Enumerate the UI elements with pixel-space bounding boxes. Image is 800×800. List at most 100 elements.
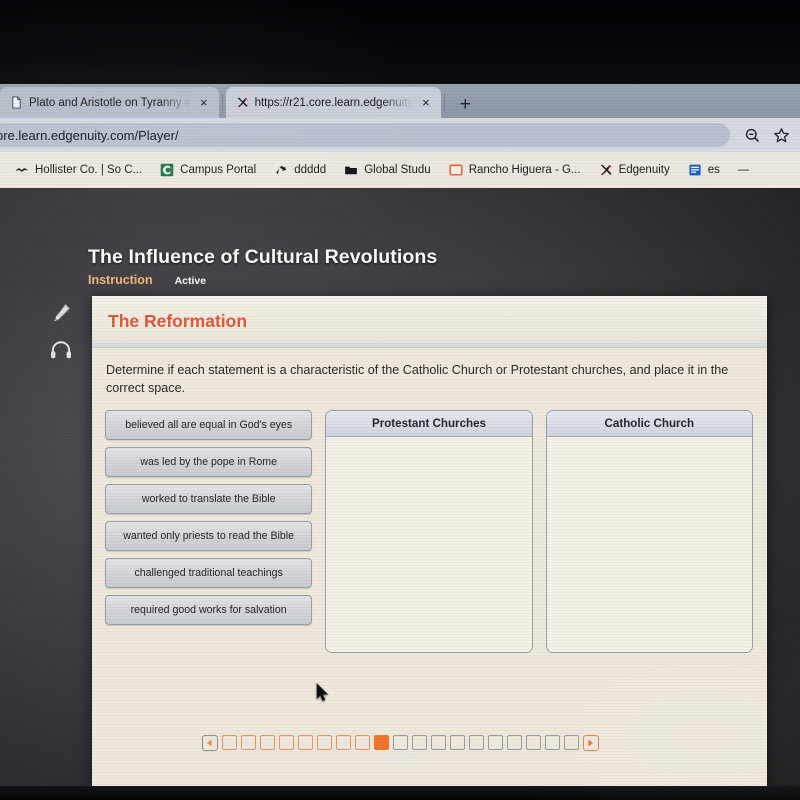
pagination-dot[interactable]	[392, 735, 408, 750]
draggable-statement[interactable]: required good works for salvation	[105, 594, 313, 625]
document-icon	[12, 96, 21, 109]
browser-tabstrip: Plato and Aristotle on Tyranny a × https…	[0, 84, 800, 118]
triangle-right-icon	[588, 738, 593, 747]
pagination-dot[interactable]	[544, 735, 560, 750]
new-tab-button[interactable]: +	[448, 95, 483, 118]
photographed-screen: Plato and Aristotle on Tyranny a × https…	[0, 0, 800, 800]
bookmark-rancho-higuera-label: Rancho Higuera - G...	[468, 164, 581, 176]
activity-card-header: The Reformation	[92, 296, 767, 348]
statement-bank: believed all are equal in God's eyes was…	[105, 409, 313, 653]
dark-shape-icon	[276, 165, 287, 174]
browser-tab-1[interactable]: Plato and Aristotle on Tyranny a ×	[0, 87, 219, 118]
bookmarks-bar: Hollister Co. | So C... Campus Portal dd…	[0, 152, 800, 188]
lesson-subheader: Instruction Active	[88, 273, 206, 287]
draggable-statement[interactable]: wanted only priests to read the Bible	[105, 520, 313, 551]
activity-prompt: Determine if each statement is a charact…	[106, 363, 729, 395]
draggable-statement[interactable]: challenged traditional teachings	[105, 557, 313, 588]
drop-zone-protestant-churches-title: Protestant Churches	[326, 410, 532, 437]
page-title: The Influence of Cultural Revolutions	[88, 246, 438, 268]
pagination-dot[interactable]	[487, 735, 503, 750]
draggable-statement[interactable]: believed all are equal in God's eyes	[105, 409, 313, 440]
bookmark-overflow[interactable]: —	[729, 164, 759, 176]
seagull-icon	[15, 168, 29, 172]
browser-tab-1-close-icon[interactable]: ×	[197, 96, 211, 109]
tab-divider-2	[443, 94, 445, 111]
lesson-pagination: 9 of 19	[0, 718, 800, 782]
pencil-icon	[53, 303, 70, 322]
edgenuity-x-icon	[237, 97, 248, 108]
folder-icon	[345, 166, 358, 175]
pagination-dot[interactable]	[259, 735, 275, 750]
browser-tab-2-close-icon[interactable]: ×	[419, 96, 433, 109]
pencil-tool-button[interactable]	[46, 293, 76, 331]
cursor-arrow-icon	[316, 683, 329, 702]
browser-tab-2[interactable]: https://r21.core.learn.edgenuity ×	[225, 87, 441, 118]
browser-tab-2-title: https://r21.core.learn.edgenuity	[254, 96, 414, 109]
pagination-dot[interactable]	[525, 735, 541, 750]
drop-zone-catholic-church[interactable]: Catholic Church	[545, 409, 753, 653]
pagination-dot[interactable]	[411, 735, 427, 750]
bookmark-campus-portal[interactable]: Campus Portal	[151, 163, 265, 177]
address-bar[interactable]: ore.learn.edgenuity.com/Player/	[0, 123, 730, 147]
edgenuity-player: The Influence of Cultural Revolutions In…	[0, 188, 800, 800]
bookmark-ddddd[interactable]: ddddd	[265, 163, 335, 177]
bookmark-hollister[interactable]: Hollister Co. | So C...	[6, 163, 151, 177]
headphones-icon	[51, 341, 71, 359]
pagination-dot[interactable]	[297, 735, 313, 750]
monitor-bezel-top	[0, 0, 800, 84]
address-bar-url: ore.learn.edgenuity.com/Player/	[0, 127, 179, 143]
previous-slide-button[interactable]	[201, 734, 218, 751]
triangle-left-icon	[207, 738, 212, 747]
bookmark-overflow-label: —	[737, 164, 750, 176]
address-bar-actions	[730, 127, 790, 144]
activity-work-area: believed all are equal in God's eyes was…	[92, 398, 767, 653]
monitor-bezel-bottom	[0, 786, 800, 800]
campus-c-icon	[160, 163, 174, 177]
draggable-statement[interactable]: was led by the pope in Rome	[105, 446, 313, 477]
pagination-dot[interactable]	[335, 735, 351, 750]
bookmark-global-studu-label: Global Studu	[364, 164, 431, 176]
drop-zone-protestant-churches-body[interactable]	[326, 436, 532, 652]
bookmark-star-icon[interactable]	[773, 127, 790, 144]
bookmark-ddddd-label: ddddd	[294, 164, 327, 176]
browser-tab-1-title: Plato and Aristotle on Tyranny a	[29, 96, 191, 109]
browser-chrome: Plato and Aristotle on Tyranny a × https…	[0, 84, 800, 188]
pagination-dot[interactable]	[449, 735, 465, 750]
bookmark-es-label: es	[707, 164, 720, 176]
blue-doc-icon	[689, 164, 701, 176]
pagination-dot[interactable]	[221, 735, 237, 750]
edgenuity-x-icon	[600, 164, 611, 175]
tab-divider	[221, 94, 223, 111]
zoom-out-icon[interactable]	[744, 127, 761, 144]
pagination-dot[interactable]	[240, 735, 256, 750]
bookmark-hollister-label: Hollister Co. | So C...	[35, 164, 143, 176]
drop-zone-catholic-church-body[interactable]	[546, 436, 752, 652]
draggable-statement[interactable]: worked to translate the Bible	[105, 483, 313, 514]
bookmark-edgenuity[interactable]: Edgenuity	[590, 163, 679, 177]
pagination-dot[interactable]	[430, 735, 446, 750]
pagination-dot[interactable]	[468, 735, 484, 750]
pagination-dots	[201, 734, 599, 751]
audio-tool-button[interactable]	[46, 331, 76, 369]
drop-zone-protestant-churches[interactable]: Protestant Churches	[325, 409, 533, 653]
pagination-dot[interactable]	[506, 735, 522, 750]
activity-heading: The Reformation	[108, 311, 248, 331]
orange-square-icon	[449, 164, 463, 176]
pagination-dot-current[interactable]	[373, 735, 389, 750]
bookmark-edgenuity-label: Edgenuity	[618, 164, 670, 176]
bookmark-es[interactable]: es	[679, 163, 729, 177]
bookmark-global-studu[interactable]: Global Studu	[335, 163, 440, 177]
lesson-stage-label: Instruction	[88, 273, 153, 287]
pagination-dot[interactable]	[278, 735, 294, 750]
next-slide-button[interactable]	[582, 734, 599, 751]
pagination-dot[interactable]	[563, 735, 579, 750]
pagination-dot[interactable]	[354, 735, 370, 750]
lesson-status-label: Active	[174, 275, 207, 287]
bookmark-rancho-higuera[interactable]: Rancho Higuera - G...	[440, 163, 590, 177]
bookmark-campus-portal-label: Campus Portal	[180, 164, 257, 176]
tool-rail	[46, 293, 80, 369]
mouse-cursor	[316, 683, 329, 702]
pagination-label: 9 of 19	[384, 754, 416, 766]
pagination-dot[interactable]	[316, 735, 332, 750]
drop-zone-catholic-church-title: Catholic Church	[546, 410, 752, 437]
